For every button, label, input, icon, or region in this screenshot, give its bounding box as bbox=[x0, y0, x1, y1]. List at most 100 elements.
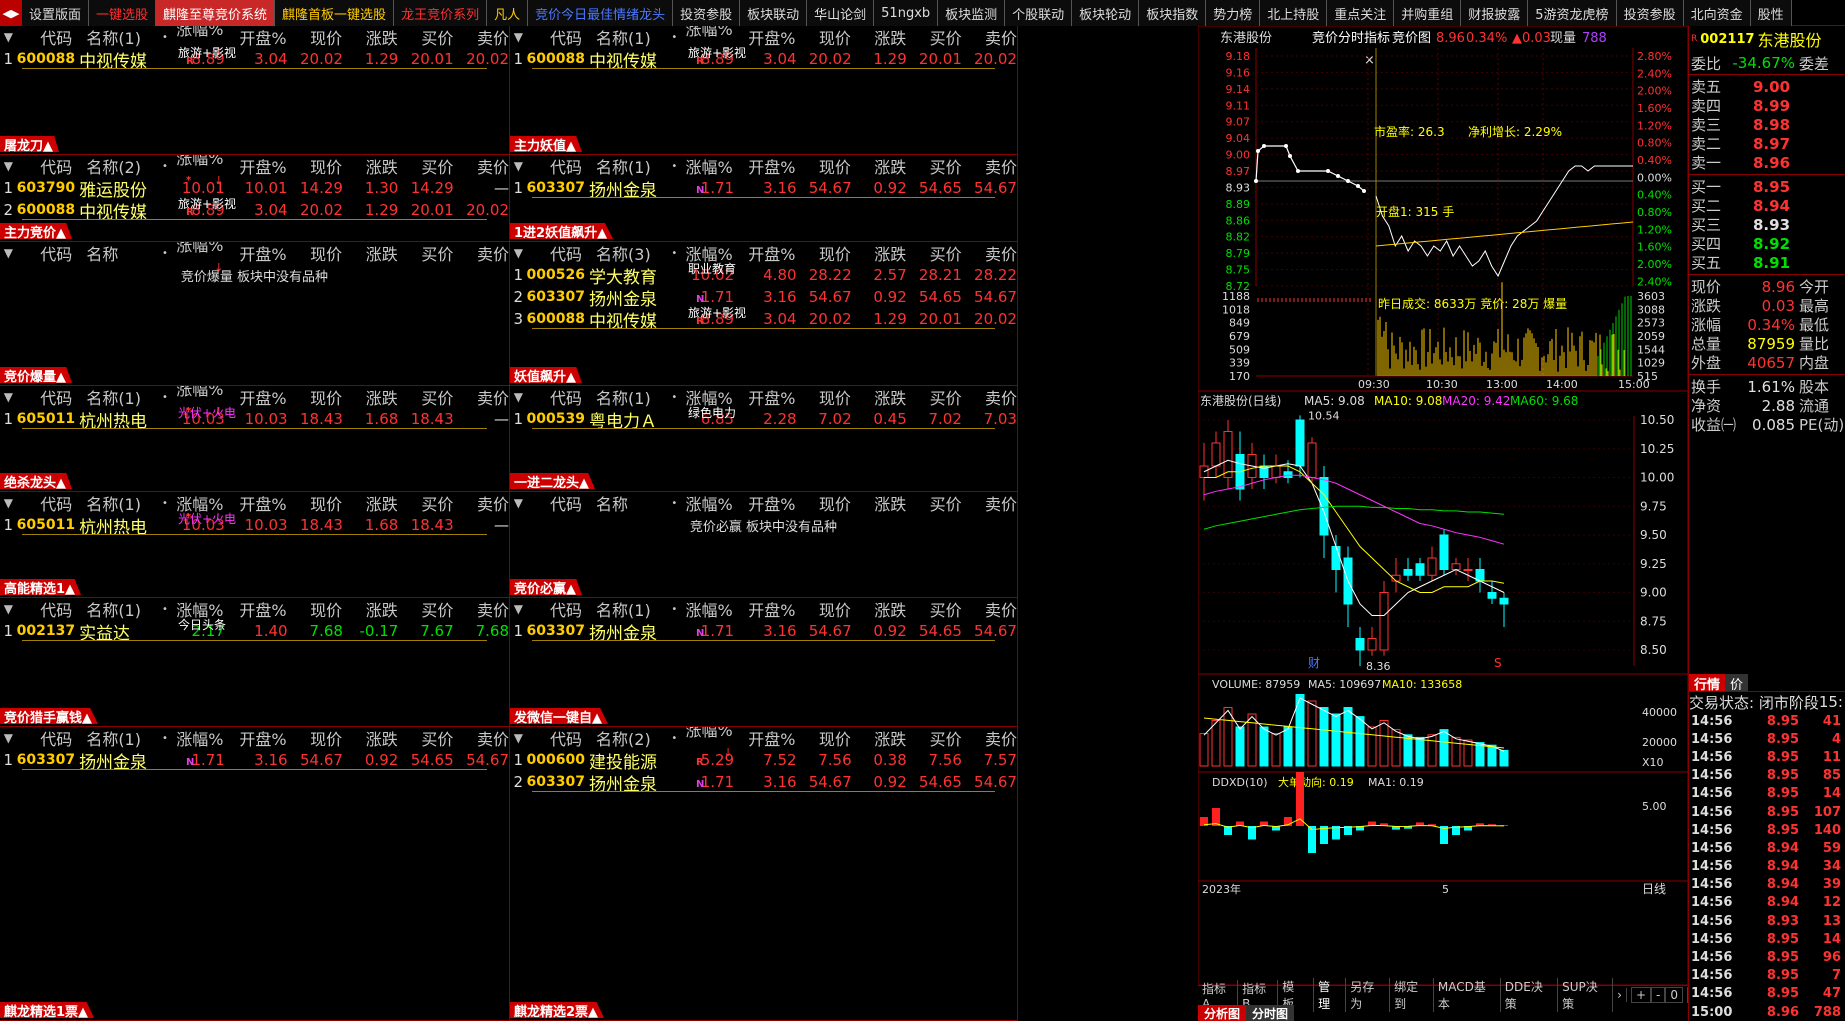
panel-title[interactable]: 竞价猎手赢钱▲ bbox=[0, 708, 98, 724]
tab-23[interactable]: 股性 bbox=[1750, 0, 1792, 26]
header-change[interactable]: 涨跌 bbox=[851, 598, 906, 621]
table-row[interactable]: 1 603790 雅运股份 10.01 10.01 14.29 1.30 14.29— * bbox=[0, 175, 509, 201]
header-pct[interactable]: 涨幅% bbox=[168, 727, 223, 750]
header-price[interactable]: 现价 bbox=[795, 155, 851, 178]
header-change[interactable]: 涨跌 bbox=[342, 26, 398, 49]
tab-7[interactable]: 投资参股 bbox=[673, 0, 741, 26]
header-pct[interactable]: 涨幅% bbox=[677, 492, 732, 515]
table-row[interactable]: 1 600088 中视传媒 8.89 3.04 20.02 1.29 20.01 20.02 旅游… bbox=[0, 44, 509, 72]
header-ask[interactable]: 卖价 bbox=[962, 155, 1017, 178]
header-price[interactable]: 现价 bbox=[795, 598, 851, 621]
header-ask[interactable]: 卖价 bbox=[453, 242, 509, 265]
header-price[interactable]: 现价 bbox=[287, 386, 342, 409]
panel-title[interactable]: 1进2妖值飙升▲ bbox=[510, 223, 614, 239]
collapse-chevron-icon[interactable]: ▼ bbox=[510, 496, 527, 510]
tab-22[interactable]: 北向资金 bbox=[1683, 0, 1751, 26]
header-open[interactable]: 开盘% bbox=[224, 155, 286, 178]
header-code[interactable]: 代码 bbox=[527, 242, 582, 265]
header-price[interactable]: 现价 bbox=[795, 242, 851, 265]
panel-title[interactable]: 麒龙精选2票▲ bbox=[510, 1002, 605, 1018]
header-code[interactable]: 代码 bbox=[17, 727, 72, 750]
table-row[interactable]: 3 600088 中视传媒 8.89 3.04 20.02 1.29 20.01 20.02 旅游… bbox=[510, 304, 1017, 332]
table-row[interactable]: 1 603307 扬州金泉 1.71 3.16 54.67 0.92 54.65 54.67 N bbox=[510, 177, 1017, 201]
header-bid[interactable]: 买价 bbox=[398, 598, 453, 621]
header-bid[interactable]: 买价 bbox=[906, 727, 962, 750]
tab-19[interactable]: 财报披露 bbox=[1461, 0, 1529, 26]
tab-18[interactable]: 并购重组 bbox=[1394, 0, 1462, 26]
header-price[interactable]: 现价 bbox=[287, 242, 342, 265]
tab-price[interactable]: 价 bbox=[1725, 674, 1749, 693]
table-row[interactable]: 1 600088 中视传媒 8.89 3.04 20.02 1.29 20.01 20.02 旅游… bbox=[510, 44, 1017, 72]
tab-0[interactable]: 设置版面 bbox=[22, 0, 90, 26]
table-row[interactable]: 2 603307 扬州金泉 1.71 3.16 54.67 0.92 54.65 54.67 N bbox=[510, 771, 1017, 795]
panel-title[interactable]: 发微信一键自▲ bbox=[510, 708, 608, 724]
zoom-control-2[interactable]: 0 bbox=[1665, 987, 1683, 1003]
collapse-chevron-icon[interactable]: ▼ bbox=[510, 246, 527, 260]
header-price[interactable]: 现价 bbox=[287, 492, 342, 515]
header-ask[interactable]: 卖价 bbox=[962, 386, 1017, 409]
tab-5[interactable]: 凡人 bbox=[487, 0, 529, 26]
tab-14[interactable]: 板块指数 bbox=[1139, 0, 1207, 26]
header-bid[interactable]: 买价 bbox=[398, 727, 453, 750]
close-icon[interactable]: × bbox=[1364, 53, 1375, 68]
indicator-tab-4[interactable]: 另存为 bbox=[1346, 978, 1391, 1012]
header-open[interactable]: 开盘% bbox=[224, 242, 286, 265]
tab-20[interactable]: 5游资龙虎榜 bbox=[1528, 0, 1617, 26]
tab-12[interactable]: 个股联动 bbox=[1005, 0, 1073, 26]
collapse-chevron-icon[interactable]: ▼ bbox=[0, 731, 17, 745]
header-code[interactable]: 代码 bbox=[17, 155, 72, 178]
header-bid[interactable]: 买价 bbox=[906, 598, 962, 621]
header-change[interactable]: 涨跌 bbox=[342, 492, 398, 515]
tab-4[interactable]: 龙王竞价系列 bbox=[394, 0, 488, 26]
panel-title[interactable]: 竞价爆量▲ bbox=[0, 367, 72, 383]
header-change[interactable]: 涨跌 bbox=[342, 727, 398, 750]
table-row[interactable]: 1 605011 杭州热电 10.03 10.03 18.43 1.68 18.43— 光伏+火… bbox=[0, 510, 509, 538]
header-name[interactable]: 名称 bbox=[582, 492, 666, 515]
header-open[interactable]: 开盘% bbox=[733, 242, 795, 265]
panel-title[interactable]: 主力竞价▲ bbox=[0, 223, 72, 239]
table-row[interactable]: 1 002137 实益达 2.17 1.40 7.68 -0.17 7.67 7.68 今日头条 bbox=[0, 616, 509, 644]
tab-quote[interactable]: 行情 bbox=[1689, 674, 1726, 693]
panel-title[interactable]: 一进二龙头▲ bbox=[510, 473, 595, 489]
tab-13[interactable]: 板块轮动 bbox=[1072, 0, 1140, 26]
panel-title[interactable]: 高能精选1▲ bbox=[0, 579, 82, 595]
header-price[interactable]: 现价 bbox=[795, 727, 851, 750]
panel-title[interactable]: 绝杀龙头▲ bbox=[0, 473, 72, 489]
tab-15[interactable]: 势力榜 bbox=[1206, 0, 1261, 26]
view-tab-1[interactable]: 分时图 bbox=[1246, 1004, 1295, 1021]
header-code[interactable]: 代码 bbox=[527, 492, 582, 515]
tab-3[interactable]: 麒隆首板一键选股 bbox=[275, 0, 395, 26]
header-code[interactable]: 代码 bbox=[17, 492, 72, 515]
header-bid[interactable]: 买价 bbox=[906, 242, 962, 265]
indicator-tab-9[interactable]: › bbox=[1613, 988, 1627, 1002]
header-ask[interactable]: 卖价 bbox=[453, 492, 509, 515]
header-bid[interactable]: 买价 bbox=[398, 242, 453, 265]
tab-16[interactable]: 北上持股 bbox=[1260, 0, 1328, 26]
header-open[interactable]: 开盘% bbox=[733, 727, 795, 750]
tab-6[interactable]: 竞价今日最佳情绪龙头 bbox=[528, 0, 674, 26]
header-open[interactable]: 开盘% bbox=[733, 492, 795, 515]
header-ask[interactable]: 卖价 bbox=[962, 242, 1017, 265]
panel-title[interactable]: 麒龙精选1票▲ bbox=[0, 1002, 95, 1018]
header-bid[interactable]: 买价 bbox=[398, 492, 453, 515]
tab-10[interactable]: 51ngxb bbox=[874, 0, 939, 26]
table-row[interactable]: 2 603307 扬州金泉 1.71 3.16 54.67 0.92 54.65 54.67 N bbox=[510, 286, 1017, 310]
table-row[interactable]: 1 603307 扬州金泉 1.71 3.16 54.67 0.92 54.65 54.67 N bbox=[0, 749, 509, 773]
tab-2[interactable]: 麒隆至尊竞价系统 bbox=[156, 0, 276, 26]
tab-9[interactable]: 华山论剑 bbox=[807, 0, 875, 26]
header-code[interactable]: 代码 bbox=[17, 242, 72, 265]
header-price[interactable]: 现价 bbox=[795, 26, 851, 49]
indicator-tab-3[interactable]: 管理 bbox=[1314, 978, 1347, 1012]
header-bid[interactable]: 买价 bbox=[906, 26, 962, 49]
header-open[interactable]: 开盘% bbox=[224, 598, 286, 621]
collapse-chevron-icon[interactable]: ▼ bbox=[0, 159, 17, 173]
header-open[interactable]: 开盘% bbox=[733, 598, 795, 621]
header-change[interactable]: 涨跌 bbox=[851, 155, 906, 178]
header-open[interactable]: 开盘% bbox=[733, 155, 795, 178]
header-change[interactable]: 涨跌 bbox=[851, 242, 906, 265]
indicator-tab-5[interactable]: 绑定到 bbox=[1390, 978, 1434, 1012]
header-change[interactable]: 涨跌 bbox=[342, 155, 398, 178]
header-change[interactable]: 涨跌 bbox=[851, 727, 906, 750]
tab-1[interactable]: 一键选股 bbox=[89, 0, 157, 26]
collapse-chevron-icon[interactable]: ▼ bbox=[510, 159, 527, 173]
